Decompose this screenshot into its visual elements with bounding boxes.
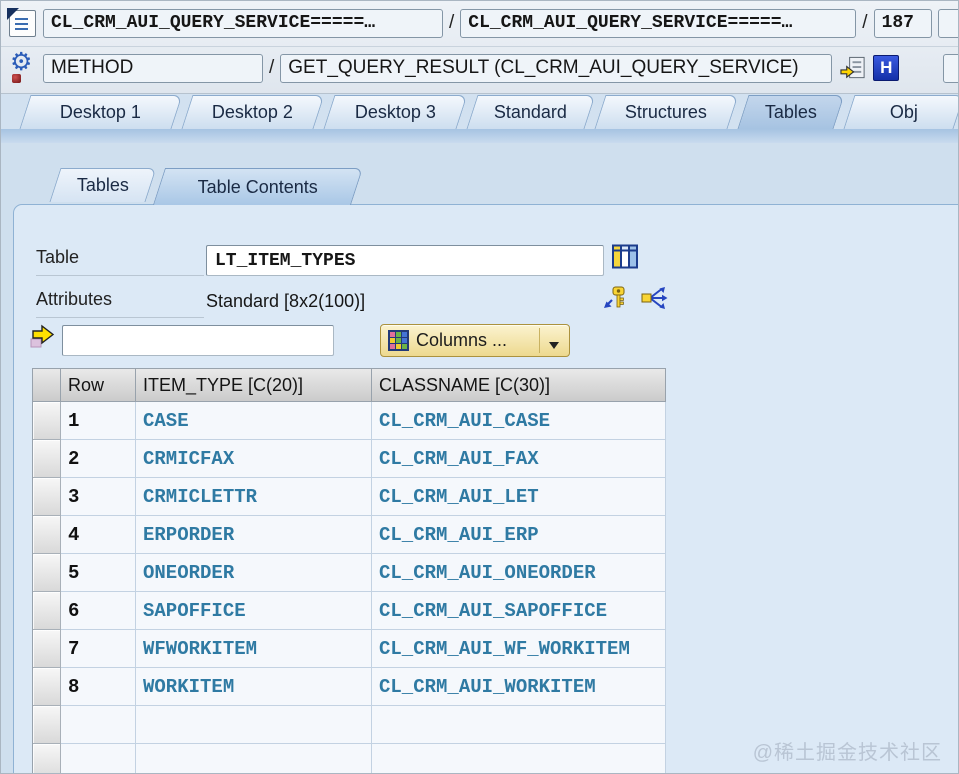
row-number-cell[interactable]: 6 <box>61 592 136 630</box>
title-row-class: CL_CRM_AUI_QUERY_SERVICE=====… / CL_CRM_… <box>1 6 958 40</box>
attributes-label: Attributes <box>36 289 204 318</box>
columns-grid-icon <box>388 330 409 351</box>
table-label: Table <box>36 247 204 276</box>
columns-button-label: Columns ... <box>416 330 507 351</box>
classname-cell[interactable]: CL_CRM_AUI_SAPOFFICE <box>372 592 666 630</box>
row-number-cell[interactable]: 2 <box>61 440 136 478</box>
button-divider <box>539 328 540 353</box>
subtab-tables[interactable]: Tables <box>49 168 156 202</box>
classname-cell[interactable]: CL_CRM_AUI_ONEORDER <box>372 554 666 592</box>
classname-cell[interactable]: CL_CRM_AUI_WORKITEM <box>372 668 666 706</box>
table-contents-panel: Table Attributes Standard [8x2(100)] <box>13 204 959 774</box>
grid-header-row: Row ITEM_TYPE [C(20)] CLASSNAME [C(30)] <box>33 369 666 402</box>
item-type-cell[interactable]: SAPOFFICE <box>136 592 372 630</box>
event-type-field[interactable]: METHOD <box>43 54 263 83</box>
tab-desktop-1[interactable]: Desktop 1 <box>19 95 182 129</box>
item-type-cell[interactable]: ONEORDER <box>136 554 372 592</box>
item-type-cell[interactable]: CRMICLETTR <box>136 478 372 516</box>
row-number-cell[interactable]: 8 <box>61 668 136 706</box>
row-selector-button[interactable] <box>33 706 61 744</box>
title-row-method: ⚙ METHOD / GET_QUERY_RESULT (CL_CRM_AUI_… <box>1 51 958 85</box>
header-icon[interactable]: H <box>873 55 899 81</box>
class-document-icon <box>9 10 36 37</box>
title-bar: CL_CRM_AUI_QUERY_SERVICE=====… / CL_CRM_… <box>1 1 958 94</box>
row-selector-button[interactable] <box>33 630 61 668</box>
classname-cell[interactable]: CL_CRM_AUI_WF_WORKITEM <box>372 630 666 668</box>
row-selector-button[interactable] <box>33 440 61 478</box>
clipped-field[interactable] <box>943 54 959 83</box>
item-type-cell[interactable]: ERPORDER <box>136 516 372 554</box>
class-name-field-1[interactable]: CL_CRM_AUI_QUERY_SERVICE=====… <box>43 9 443 38</box>
clipped-field[interactable] <box>938 9 959 38</box>
column-header-classname[interactable]: CLASSNAME [C(30)] <box>372 369 666 402</box>
filter-input[interactable] <box>62 325 334 356</box>
classname-cell[interactable]: CL_CRM_AUI_FAX <box>372 440 666 478</box>
field-separator: / <box>862 12 867 34</box>
row-selector-button[interactable] <box>33 478 61 516</box>
line-number-field[interactable]: 187 <box>874 9 932 38</box>
table-row: 1 CASE CL_CRM_AUI_CASE <box>33 402 666 440</box>
row-selector-button[interactable] <box>33 554 61 592</box>
tables-subtab-strip: Tables Table Contents <box>55 168 357 205</box>
column-header-selector[interactable] <box>33 369 61 402</box>
item-type-cell[interactable]: WORKITEM <box>136 668 372 706</box>
navigate-icon[interactable] <box>640 285 668 316</box>
desktop-tab-strip: Desktop 1 Desktop 2 Desktop 3 Standard S… <box>1 95 958 129</box>
subtab-table-contents[interactable]: Table Contents <box>153 168 363 205</box>
table-row: 4 ERPORDER CL_CRM_AUI_ERP <box>33 516 666 554</box>
table-row-empty <box>33 744 666 774</box>
method-gear-icon: ⚙ <box>9 54 36 83</box>
table-row: 7 WFWORKITEM CL_CRM_AUI_WF_WORKITEM <box>33 630 666 668</box>
tab-desktop-2[interactable]: Desktop 2 <box>181 95 324 129</box>
table-row: 6 SAPOFFICE CL_CRM_AUI_SAPOFFICE <box>33 592 666 630</box>
field-separator: / <box>269 57 274 79</box>
tab-tables[interactable]: Tables <box>737 95 844 129</box>
row-number-cell[interactable]: 4 <box>61 516 136 554</box>
key-icon[interactable] <box>602 285 628 316</box>
table-name-input[interactable] <box>206 245 604 276</box>
menu-triangle-icon <box>549 342 559 354</box>
table-row: 3 CRMICLETTR CL_CRM_AUI_LET <box>33 478 666 516</box>
event-name-field[interactable]: GET_QUERY_RESULT (CL_CRM_AUI_QUERY_SERVI… <box>280 54 832 83</box>
row-number-cell[interactable]: 3 <box>61 478 136 516</box>
row-selector-button[interactable] <box>33 516 61 554</box>
row-number-cell[interactable]: 5 <box>61 554 136 592</box>
sap-debugger-window: CL_CRM_AUI_QUERY_SERVICE=====… / CL_CRM_… <box>0 0 959 774</box>
item-types-grid: Row ITEM_TYPE [C(20)] CLASSNAME [C(30)] … <box>32 368 666 774</box>
table-row: 5 ONEORDER CL_CRM_AUI_ONEORDER <box>33 554 666 592</box>
row-selector-button[interactable] <box>33 744 61 774</box>
table-row: 8 WORKITEM CL_CRM_AUI_WORKITEM <box>33 668 666 706</box>
table-icon[interactable] <box>611 243 639 275</box>
classname-cell[interactable]: CL_CRM_AUI_CASE <box>372 402 666 440</box>
tab-desktop-3[interactable]: Desktop 3 <box>323 95 467 129</box>
tab-standard[interactable]: Standard <box>466 95 595 129</box>
row-number-cell[interactable]: 1 <box>61 402 136 440</box>
tab-base-band <box>1 129 958 143</box>
row-number-cell[interactable]: 7 <box>61 630 136 668</box>
class-name-field-2[interactable]: CL_CRM_AUI_QUERY_SERVICE=====… <box>460 9 856 38</box>
table-row-empty <box>33 706 666 744</box>
yellow-arrow-icon[interactable] <box>30 321 58 354</box>
column-header-item-type[interactable]: ITEM_TYPE [C(20)] <box>136 369 372 402</box>
item-type-cell[interactable]: WFWORKITEM <box>136 630 372 668</box>
row-selector-button[interactable] <box>33 592 61 630</box>
row-selector-button[interactable] <box>33 668 61 706</box>
tab-objects[interactable]: Obj <box>843 95 959 129</box>
item-type-cell[interactable]: CASE <box>136 402 372 440</box>
goto-statement-icon[interactable] <box>840 55 867 81</box>
classname-cell[interactable]: CL_CRM_AUI_ERP <box>372 516 666 554</box>
item-type-cell[interactable]: CRMICFAX <box>136 440 372 478</box>
table-row: 2 CRMICFAX CL_CRM_AUI_FAX <box>33 440 666 478</box>
columns-button[interactable]: Columns ... <box>380 324 570 357</box>
column-header-row[interactable]: Row <box>61 369 136 402</box>
classname-cell[interactable]: CL_CRM_AUI_LET <box>372 478 666 516</box>
attributes-value: Standard [8x2(100)] <box>206 291 365 312</box>
tab-structures[interactable]: Structures <box>594 95 738 129</box>
watermark: @稀土掘金技术社区 <box>753 736 942 765</box>
field-separator: / <box>449 12 454 34</box>
row-selector-button[interactable] <box>33 402 61 440</box>
